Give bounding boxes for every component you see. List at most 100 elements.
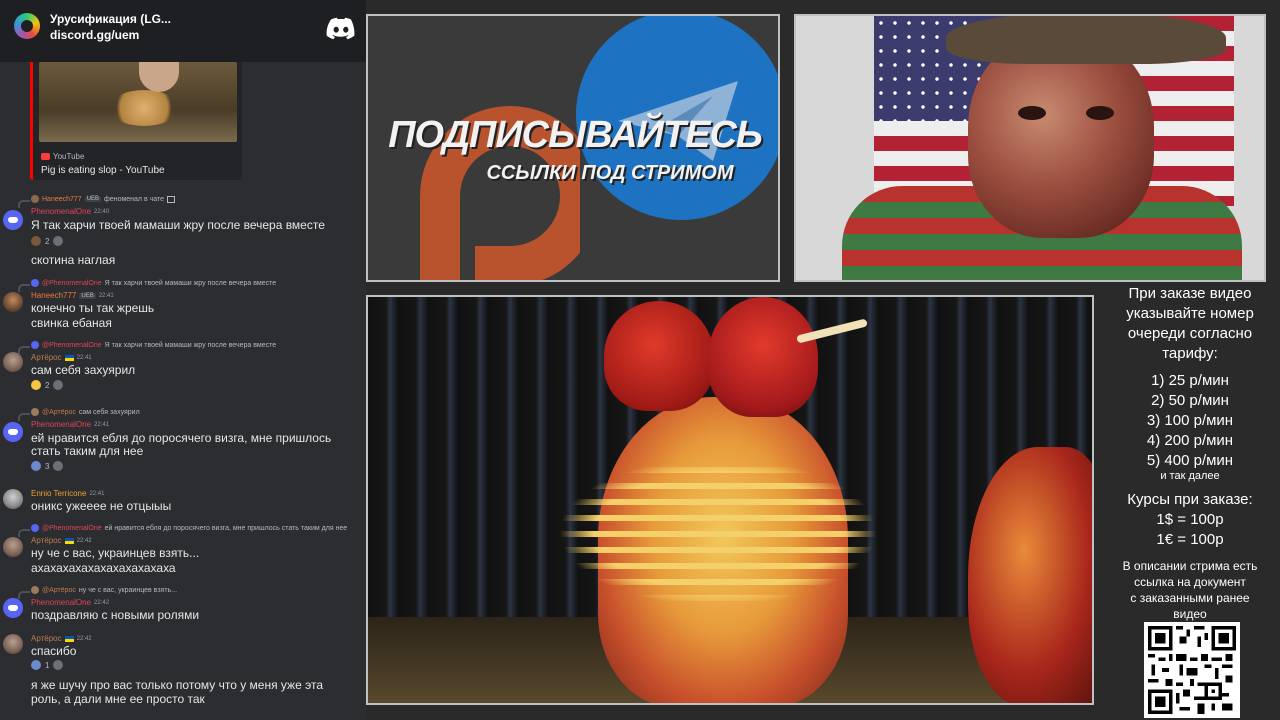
reply-preview[interactable]: @Артёрос ну че с вас, украинцев взять... (31, 586, 177, 594)
server-invite-link[interactable]: discord.gg/uem (50, 28, 139, 42)
reaction-bar[interactable]: 2 (31, 380, 64, 390)
qr-code-icon (1148, 626, 1236, 714)
add-reaction-icon[interactable] (53, 461, 64, 471)
reaction-emoji-icon[interactable] (31, 380, 41, 390)
avatar[interactable] (3, 634, 23, 654)
reply-username: @Артёрос (42, 586, 76, 594)
avatar[interactable] (3, 210, 23, 230)
discord-widget-header: Урусификация (LG... discord.gg/uem (0, 0, 366, 62)
username[interactable]: Haneech777 (31, 291, 76, 300)
banner-subtitle: ССЫЛКИ ПОД СТРИМОМ (486, 162, 734, 184)
avatar[interactable] (3, 292, 23, 312)
reaction-count: 3 (45, 461, 50, 471)
creature-side-figure (968, 447, 1092, 703)
info-heading-line: очереди согласно (1127, 325, 1253, 342)
username[interactable]: Артёрос (31, 536, 62, 545)
timestamp: 22:42 (76, 635, 92, 642)
youtube-icon (41, 153, 50, 160)
ukraine-flag-icon (64, 537, 74, 544)
tariff-etc: и так далее (1160, 470, 1220, 482)
message-line: свинка ебаная (31, 316, 112, 330)
reply-avatar (31, 195, 39, 203)
username[interactable]: PhenomenalOne (31, 598, 91, 607)
message-line: Я так харчи твоей мамаши жру после вечер… (31, 218, 325, 232)
timestamp: 22:42 (76, 537, 92, 544)
reaction-count: 2 (45, 236, 50, 246)
reply-preview[interactable]: @Артёрос сам себя захуярил (31, 408, 140, 416)
add-reaction-icon[interactable] (53, 380, 64, 390)
banner-title: ПОДПИСЫВАЙТЕСЬ (388, 114, 763, 156)
timestamp: 22:41 (94, 421, 110, 428)
reply-connector (18, 346, 30, 354)
reply-connector (18, 200, 30, 208)
message-line: ну че с вас, украинцев взять... (31, 546, 200, 560)
message-header: Haneech777 UEB 22:41 (31, 291, 114, 300)
video-frame[interactable] (366, 295, 1094, 705)
image-icon (167, 195, 176, 203)
info-heading-line: При заказе видео (1128, 285, 1252, 302)
qr-code[interactable] (1144, 622, 1240, 718)
message-line: скотина наглая (31, 253, 116, 267)
creature-ribs (558, 457, 878, 607)
note-line: ссылка на документ (1134, 575, 1246, 589)
reply-text: феноменал в чате (104, 195, 165, 203)
message-line: сам себя захуярил (31, 363, 136, 377)
reply-preview[interactable]: @PhenomenalOne Я так харчи твоей мамаши … (31, 341, 276, 349)
username[interactable]: Ennio Terricone (31, 489, 86, 498)
add-reaction-icon[interactable] (53, 236, 64, 246)
timestamp: 22:40 (94, 208, 110, 215)
reply-text: сам себя захуярил (78, 408, 140, 416)
message-header: PhenomenalOne 22:40 (31, 207, 109, 216)
avatar[interactable] (3, 352, 23, 372)
reaction-bar[interactable]: 3 (31, 461, 64, 471)
avatar[interactable] (3, 537, 23, 557)
add-reaction-icon[interactable] (53, 660, 64, 670)
avatar[interactable] (3, 489, 23, 509)
message-header: Ennio Terricone 22:41 (31, 489, 104, 498)
reply-connector (18, 529, 30, 537)
embed-thumbnail[interactable] (39, 62, 237, 142)
reply-preview[interactable]: @PhenomenalOne Я так харчи твоей мамаши … (31, 279, 276, 287)
username[interactable]: Артёрос (31, 353, 62, 362)
reply-text: ей нравится ебля до поросячего визга, мн… (104, 524, 348, 532)
message-line: оникс ужееее не отцыыы (31, 499, 172, 513)
reply-avatar (31, 341, 39, 349)
reply-connector (18, 591, 30, 599)
username[interactable]: Артёрос (31, 634, 62, 643)
discord-logo-icon[interactable] (326, 16, 356, 40)
webcam-feed (794, 14, 1266, 282)
message-line: я же шучу про вас только потому что у ме… (31, 678, 323, 692)
tariff-line: 3) 100 р/мин (1146, 412, 1234, 429)
reaction-bar[interactable]: 2 (31, 236, 64, 246)
timestamp: 22:41 (89, 490, 105, 497)
username[interactable]: PhenomenalOne (31, 420, 91, 429)
avatar[interactable] (3, 598, 23, 618)
note-line: с заказанными ранее (1130, 591, 1250, 605)
reply-avatar (31, 524, 39, 532)
reply-preview[interactable]: Haneech777 UEB феноменал в чате (31, 195, 176, 203)
reply-preview[interactable]: @PhenomenalOne ей нравится ебля до порос… (31, 524, 347, 532)
reply-username: Haneech777 (42, 195, 82, 203)
username[interactable]: PhenomenalOne (31, 207, 91, 216)
server-icon (14, 13, 40, 39)
tariff-line: 5) 400 р/мин (1146, 452, 1234, 469)
message-line: спасибо (31, 644, 77, 658)
streamer-eye (1086, 106, 1114, 120)
reaction-emoji-icon[interactable] (31, 660, 41, 670)
discord-chat-overlay: YouTube Pig is eating slop - YouTube Уру… (0, 0, 366, 720)
tariff-line: 1) 25 р/мин (1151, 372, 1229, 389)
creature-head-left (604, 301, 714, 411)
reaction-emoji-icon[interactable] (31, 236, 41, 246)
order-info-panel: При заказе видео указывайте номер очеред… (1100, 284, 1280, 720)
reaction-bar[interactable]: 1 (31, 660, 64, 670)
streamer-eye (1018, 106, 1046, 120)
reaction-emoji-icon[interactable] (31, 461, 41, 471)
embed-title[interactable]: Pig is eating slop - YouTube (41, 165, 165, 176)
info-heading-line: тарифу: (1162, 345, 1218, 362)
avatar[interactable] (3, 422, 23, 442)
reply-connector (18, 413, 30, 421)
note-line: видео (1173, 607, 1207, 621)
subscribe-banner: ПОДПИСЫВАЙТЕСЬ ССЫЛКИ ПОД СТРИМОМ (366, 14, 780, 282)
note-line: В описании стрима есть (1122, 559, 1258, 573)
reply-text: Я так харчи твоей мамаши жру после вечер… (104, 341, 277, 349)
